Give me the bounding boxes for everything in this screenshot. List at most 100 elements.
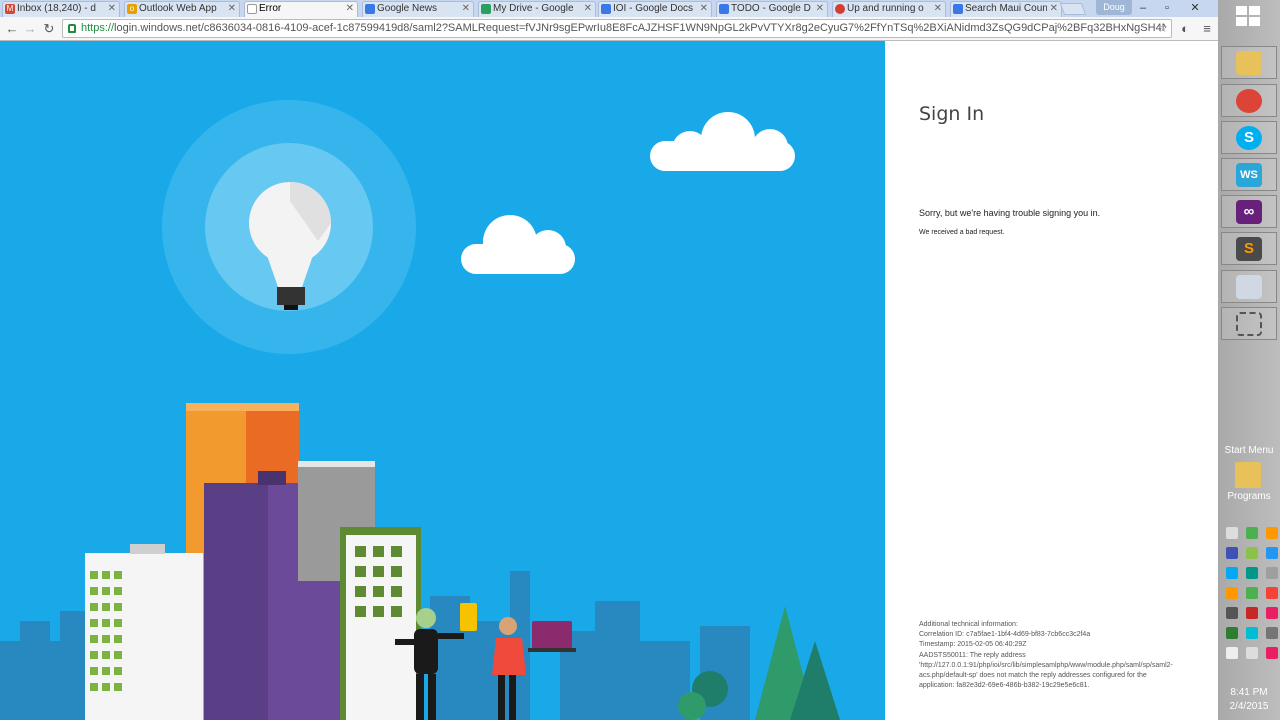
tray-icon[interactable] <box>1226 587 1238 599</box>
tray-icon[interactable] <box>1246 567 1258 579</box>
document-icon <box>247 4 257 14</box>
lock-icon <box>68 24 76 33</box>
back-arrow-icon[interactable]: ← <box>3 20 21 38</box>
close-icon[interactable]: ✕ <box>108 2 116 16</box>
tray-icon[interactable] <box>1226 567 1238 579</box>
reload-icon[interactable]: ↻ <box>40 20 58 38</box>
tray-icon[interactable] <box>1226 607 1238 619</box>
pinned-snipping-tool[interactable] <box>1221 307 1277 340</box>
minimize-icon[interactable]: – <box>1132 0 1154 16</box>
gmail-icon: M <box>5 4 15 14</box>
webstorm-icon: WS <box>1236 163 1262 187</box>
tab-up-and-running[interactable]: Up and running o ✕ <box>832 1 946 17</box>
laptop-icon <box>532 621 572 649</box>
page-title: Sign In <box>919 103 985 125</box>
close-window-icon[interactable]: ✕ <box>1184 0 1206 16</box>
tab-label: TODO - Google D <box>731 3 811 14</box>
tray-icon[interactable] <box>1266 587 1278 599</box>
forward-arrow-icon[interactable]: → <box>21 20 39 38</box>
tray-icon[interactable] <box>1266 607 1278 619</box>
pinned-sublime-text[interactable]: S <box>1221 232 1277 265</box>
close-icon[interactable]: ✕ <box>934 2 942 16</box>
new-tab-button[interactable] <box>1059 3 1087 15</box>
maximize-icon[interactable]: ▫ <box>1156 0 1178 16</box>
tab-label: Search Maui Coun <box>965 3 1047 14</box>
tray-icon[interactable] <box>1266 547 1278 559</box>
skype-icon: S <box>1236 126 1262 150</box>
white-building-left <box>85 544 203 720</box>
illustration-panel <box>0 41 885 720</box>
clock-time: 8:41 PM <box>1230 687 1268 698</box>
tray-icon[interactable] <box>1226 647 1238 659</box>
tech-line: Timestamp: 2015-02-05 06:40:29Z <box>919 641 1027 649</box>
tab-todo-docs[interactable]: TODO - Google D ✕ <box>716 1 828 17</box>
tab-google-drive[interactable]: My Drive - Google ✕ <box>478 1 596 17</box>
tray-icon[interactable] <box>1266 527 1278 539</box>
url-text: https://login.windows.net/c8636034-0816-… <box>81 22 1166 34</box>
visual-studio-icon: ∞ <box>1236 200 1262 224</box>
tray-icon[interactable] <box>1266 567 1278 579</box>
outlook-icon: o <box>127 4 137 14</box>
windows-start-icon[interactable] <box>1236 6 1262 28</box>
virtualbox-icon <box>1236 275 1262 299</box>
tab-label: My Drive - Google <box>493 3 574 14</box>
cloud-large <box>650 112 795 171</box>
tab-error[interactable]: Error ✕ <box>244 1 358 17</box>
tab-google-news[interactable]: Google News ✕ <box>362 1 474 17</box>
tab-search-maui[interactable]: Search Maui Coun ✕ <box>950 1 1062 17</box>
tray-icon[interactable] <box>1246 607 1258 619</box>
tab-label: Inbox (18,240) - d <box>17 3 96 14</box>
pinned-chrome[interactable] <box>1221 84 1277 117</box>
city-illustration <box>0 100 840 720</box>
pinned-skype[interactable]: S <box>1221 121 1277 154</box>
pinned-webstorm[interactable]: WS <box>1221 158 1277 191</box>
profile-button[interactable]: Doug <box>1096 0 1132 15</box>
tech-line: AADSTS50011: The reply address <box>919 651 1026 659</box>
tray-icon[interactable] <box>1266 647 1278 659</box>
tab-label: Error <box>259 3 282 14</box>
address-bar[interactable]: https://login.windows.net/c8636034-0816-… <box>62 19 1172 38</box>
tech-line: Correlation ID: c7a5fae1-1bf4-4d69-bf83-… <box>919 631 1091 639</box>
tray-icon[interactable] <box>1266 627 1278 639</box>
close-icon[interactable]: ✕ <box>346 2 354 16</box>
tray-icon[interactable] <box>1246 647 1258 659</box>
close-icon[interactable]: ✕ <box>584 2 592 16</box>
snipping-tool-icon <box>1236 312 1262 336</box>
tab-gmail-inbox[interactable]: M Inbox (18,240) - d ✕ <box>2 1 120 17</box>
programs-label[interactable]: Programs <box>1218 491 1280 502</box>
tab-outlook[interactable]: o Outlook Web App ✕ <box>124 1 240 17</box>
tray-icon[interactable] <box>1226 547 1238 559</box>
tab-label: Google News <box>377 3 438 14</box>
close-icon[interactable]: ✕ <box>1050 2 1058 16</box>
close-icon[interactable]: ✕ <box>462 2 470 16</box>
tray-icon[interactable] <box>1226 627 1238 639</box>
sublime-text-icon: S <box>1236 237 1262 261</box>
file-explorer-icon <box>1236 51 1262 75</box>
taskbar: S WS ∞ S Start Menu Programs 8:41 PM 2/4… <box>1218 0 1280 720</box>
programs-folder-icon[interactable] <box>1235 462 1261 488</box>
extension-icon[interactable]: ◐ <box>1176 20 1194 38</box>
error-detail: We received a bad request. <box>919 229 1005 236</box>
menu-icon[interactable]: ≡ <box>1198 20 1216 38</box>
pinned-file-explorer[interactable] <box>1221 46 1277 79</box>
signin-panel: Sign In Sorry, but we're having trouble … <box>885 41 1218 720</box>
close-icon[interactable]: ✕ <box>700 2 708 16</box>
close-icon[interactable]: ✕ <box>228 2 236 16</box>
start-menu-label[interactable]: Start Menu <box>1218 445 1280 456</box>
tablet-icon <box>460 603 477 631</box>
tab-label: Outlook Web App <box>139 3 217 14</box>
tray-icon[interactable] <box>1246 527 1258 539</box>
tab-ioi-docs[interactable]: IOI - Google Docs ✕ <box>598 1 712 17</box>
close-icon[interactable]: ✕ <box>816 2 824 16</box>
star-icon[interactable]: ☆ <box>1157 21 1168 35</box>
clock[interactable]: 8:41 PM 2/4/2015 <box>1218 686 1280 714</box>
pinned-visual-studio[interactable]: ∞ <box>1221 195 1277 228</box>
tab-strip: M Inbox (18,240) - d ✕ o Outlook Web App… <box>0 0 1218 17</box>
error-message: Sorry, but we're having trouble signing … <box>919 208 1101 218</box>
technical-info: Additional technical information: Correl… <box>919 620 1209 691</box>
tray-icon[interactable] <box>1246 627 1258 639</box>
tray-icon[interactable] <box>1226 527 1238 539</box>
tray-icon[interactable] <box>1246 587 1258 599</box>
tray-icon[interactable] <box>1246 547 1258 559</box>
pinned-virtualbox[interactable] <box>1221 270 1277 303</box>
